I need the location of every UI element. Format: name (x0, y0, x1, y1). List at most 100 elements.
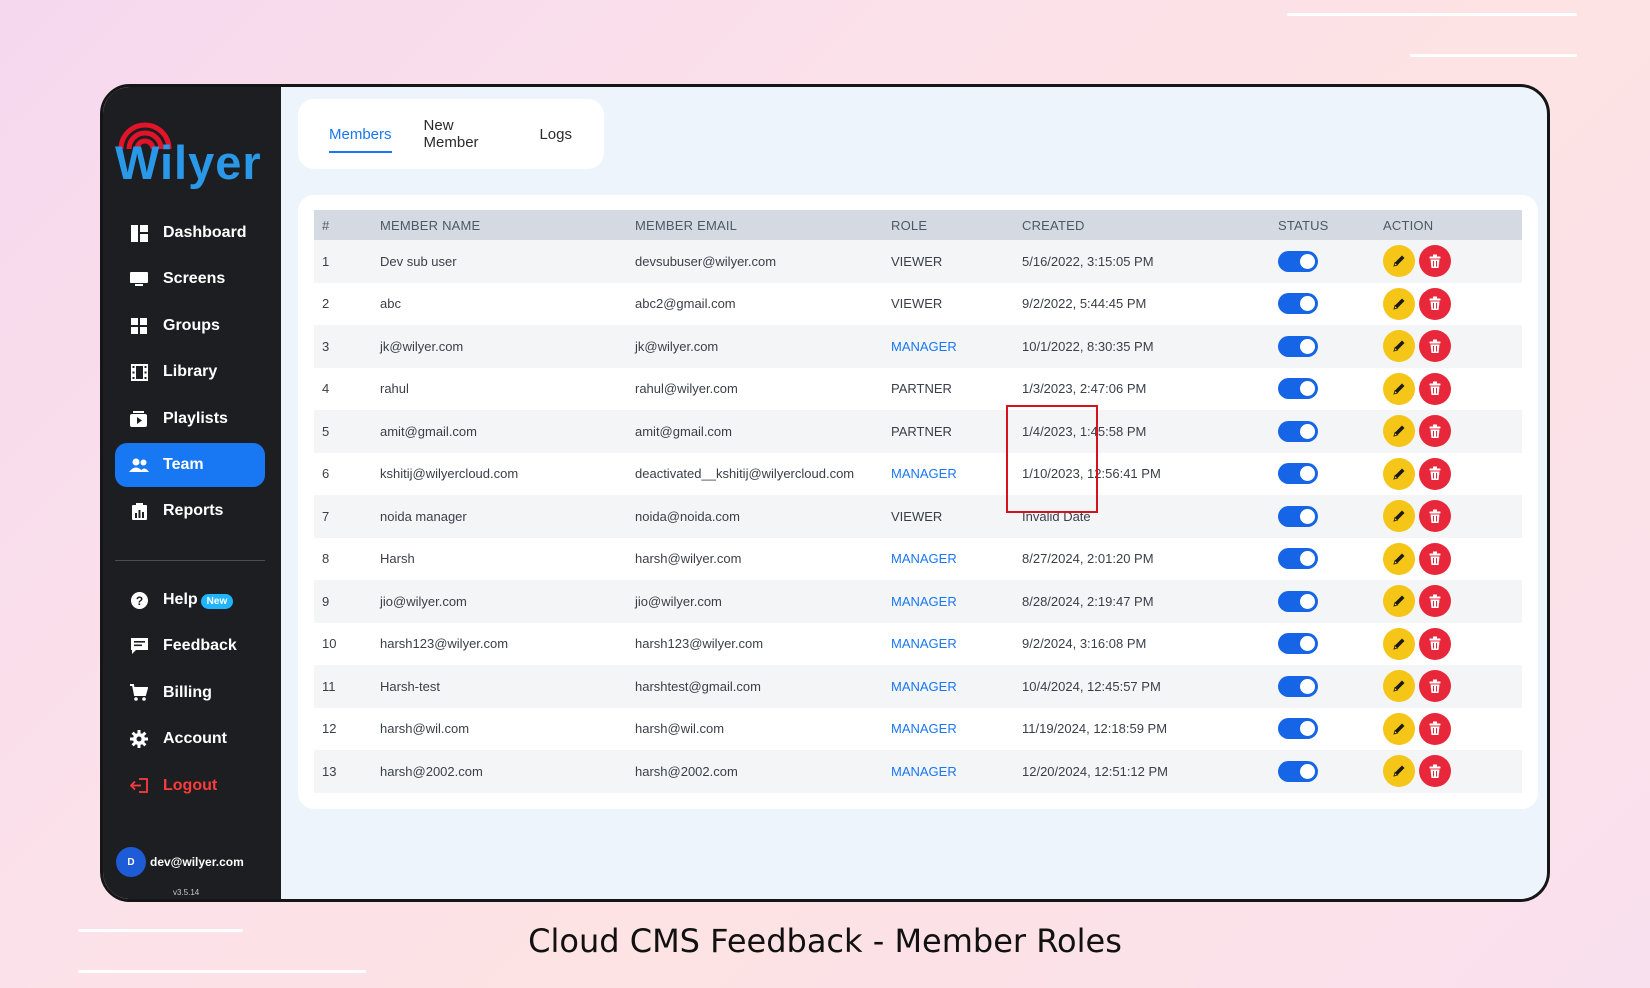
delete-button[interactable] (1419, 755, 1451, 788)
status-toggle[interactable] (1278, 463, 1318, 485)
edit-button[interactable] (1383, 627, 1415, 660)
sidebar-item-screens[interactable]: Screens (115, 257, 265, 301)
brand-logo: Wilyer (115, 113, 275, 193)
sidebar-item-logout[interactable]: Logout (115, 764, 265, 808)
report-icon (129, 501, 149, 521)
delete-button[interactable] (1419, 542, 1451, 575)
status-toggle[interactable] (1278, 250, 1318, 272)
table-row: 4 rahul rahul@wilyer.com PARTNER 1/3/2023, 2… (314, 367, 1522, 410)
edit-button[interactable] (1383, 712, 1415, 745)
edit-button[interactable] (1383, 372, 1415, 405)
cell-member-email: deactivated__kshitij@wilyercloud.com (635, 466, 855, 482)
status-toggle[interactable] (1278, 590, 1318, 612)
tab-members[interactable]: Members (329, 126, 392, 153)
cell-index: 1 (322, 253, 330, 269)
edit-button[interactable] (1383, 755, 1415, 788)
cell-created: 8/28/2024, 2:19:47 PM (1022, 593, 1154, 609)
film-icon (129, 362, 149, 382)
sidebar-item-dashboard[interactable]: Dashboard (115, 211, 265, 255)
cell-action (1375, 580, 1522, 623)
cell-index: 12 (322, 721, 337, 737)
cell-member-name: harsh@2002.com (380, 763, 483, 779)
edit-button[interactable] (1383, 500, 1415, 533)
help-icon: ? (129, 590, 149, 610)
cell-role: PARTNER (891, 381, 952, 397)
edit-button[interactable] (1383, 585, 1415, 618)
cell-status (1270, 240, 1375, 283)
delete-button[interactable] (1419, 627, 1451, 660)
status-toggle[interactable] (1278, 293, 1318, 315)
cell-index: 8 (322, 551, 330, 567)
sidebar-item-groups[interactable]: Groups (115, 304, 265, 348)
cell-role: VIEWER (891, 508, 943, 524)
status-toggle[interactable] (1278, 675, 1318, 697)
status-toggle[interactable] (1278, 633, 1318, 655)
edit-button[interactable] (1383, 330, 1415, 363)
cell-member-email: amit@gmail.com (635, 423, 732, 439)
tab-new-member[interactable]: New Member (424, 117, 508, 151)
status-toggle[interactable] (1278, 760, 1318, 782)
table-row: 2 abc abc2@gmail.com VIEWER 9/2/2022, 5:44:4… (314, 282, 1522, 325)
status-toggle[interactable] (1278, 335, 1318, 357)
status-toggle[interactable] (1278, 420, 1318, 442)
cell-index: 11 (322, 678, 336, 694)
sidebar-item-team[interactable]: Team (115, 442, 265, 487)
delete-button[interactable] (1419, 670, 1451, 703)
delete-button[interactable] (1419, 585, 1451, 618)
sidebar-item-account[interactable]: Account (115, 717, 265, 761)
delete-button[interactable] (1419, 330, 1451, 363)
status-toggle[interactable] (1278, 378, 1318, 400)
delete-button[interactable] (1419, 287, 1451, 320)
sidebar-item-reports[interactable]: Reports (115, 489, 265, 533)
sidebar-item-feedback[interactable]: Feedback (115, 624, 265, 668)
brand-name: Wilyer (115, 136, 262, 189)
delete-button[interactable] (1419, 372, 1451, 405)
table-row: 6 kshitij@wilyercloud.com deactivated__ksh… (314, 452, 1522, 496)
cell-role: MANAGER (891, 636, 957, 652)
sidebar-item-label: Library (163, 363, 218, 381)
cell-created: 11/19/2024, 12:18:59 PM (1022, 721, 1168, 737)
cell-index: 6 (322, 466, 330, 482)
status-toggle[interactable] (1278, 718, 1318, 740)
sidebar-item-label: Screens (163, 270, 226, 288)
edit-button[interactable] (1383, 287, 1415, 320)
cell-member-email: noida@noida.com (635, 508, 740, 524)
main-content: Members New Member Logs # MEMBER NAME ME… (281, 87, 1547, 899)
delete-button[interactable] (1419, 712, 1451, 745)
logout-icon (129, 776, 149, 796)
column-header-index: # (322, 217, 330, 233)
role-highlight-box (1006, 405, 1098, 513)
cell-action (1375, 750, 1522, 793)
delete-button[interactable] (1419, 415, 1451, 448)
column-header-member-name: MEMBER NAME (380, 217, 481, 233)
cell-index: 9 (322, 593, 330, 609)
cell-created: 9/2/2022, 5:44:45 PM (1022, 296, 1147, 312)
edit-button[interactable] (1383, 457, 1415, 490)
status-toggle[interactable] (1278, 548, 1318, 570)
delete-button[interactable] (1419, 500, 1451, 533)
trash-icon (1429, 679, 1441, 693)
cell-member-name: noida manager (380, 508, 467, 524)
cell-role: MANAGER (891, 466, 957, 482)
cell-action (1375, 708, 1522, 751)
cell-role: MANAGER (891, 338, 957, 354)
feedback-icon (129, 636, 149, 656)
cell-status (1270, 453, 1375, 496)
sidebar-item-help[interactable]: ? Help New (115, 578, 265, 622)
cell-member-email: harsh@wil.com (635, 721, 725, 737)
sidebar-item-library[interactable]: Library (115, 350, 265, 394)
status-toggle[interactable] (1278, 505, 1318, 527)
edit-button[interactable] (1383, 542, 1415, 575)
sidebar-item-playlists[interactable]: Playlists (115, 397, 265, 441)
delete-button[interactable] (1419, 457, 1451, 490)
sidebar-item-billing[interactable]: Billing (115, 671, 265, 715)
monitor-icon (129, 269, 149, 289)
edit-button[interactable] (1383, 670, 1415, 703)
user-profile[interactable]: D dev@wilyer.com (116, 847, 244, 877)
edit-button[interactable] (1383, 415, 1415, 448)
delete-button[interactable] (1419, 245, 1451, 278)
cell-action (1375, 453, 1522, 496)
pencil-icon (1393, 510, 1405, 522)
tab-logs[interactable]: Logs (539, 126, 572, 143)
edit-button[interactable] (1383, 245, 1415, 278)
